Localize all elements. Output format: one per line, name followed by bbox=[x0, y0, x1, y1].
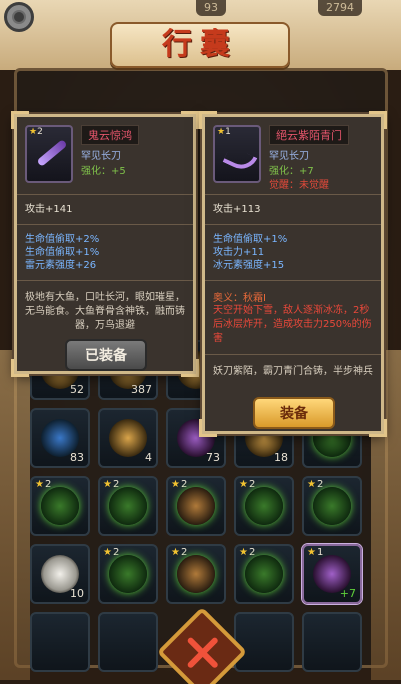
item-stars: ★2 bbox=[171, 479, 188, 490]
inventory-slot[interactable]: 4 bbox=[98, 408, 158, 468]
item-stars: ★2 bbox=[239, 479, 256, 490]
item-count: 73 bbox=[206, 451, 220, 464]
item-stars: ★2 bbox=[307, 479, 324, 490]
left-decoration bbox=[0, 350, 30, 680]
item-count: 83 bbox=[70, 451, 84, 464]
inventory-slot[interactable]: ★2 bbox=[98, 544, 158, 604]
skill-name: 奥义：秋霜I bbox=[213, 293, 266, 304]
frame-corner bbox=[181, 359, 199, 377]
attribute-line: 生命值偷取+2% bbox=[25, 234, 100, 245]
item-stars: ★1 bbox=[307, 547, 324, 558]
attributes-block: 生命值偷取+2% 生命值偷取+1% 雷元素强度+26 bbox=[17, 225, 193, 281]
item-name: 鬼云惊鸿 bbox=[81, 125, 139, 145]
attack-block: 攻击+141 bbox=[17, 195, 193, 225]
item-type: 罕见长刀 bbox=[269, 151, 309, 162]
inventory-slot[interactable]: ★2 bbox=[166, 476, 226, 536]
frame-corner bbox=[369, 419, 387, 437]
item-stars: ★2 bbox=[171, 547, 188, 558]
inventory-slot[interactable]: 83 bbox=[30, 408, 90, 468]
inventory-slot-selected[interactable]: ★1 +7 bbox=[302, 544, 362, 604]
attack-block: 攻击+113 bbox=[205, 195, 381, 225]
item-enhance: 强化：+5 bbox=[81, 166, 126, 177]
item-count: 10 bbox=[70, 587, 84, 600]
attribute-line: 生命值偷取+1% bbox=[25, 247, 100, 258]
item-count: 52 bbox=[70, 383, 84, 396]
attribute-line: 生命值偷取+1% bbox=[213, 234, 288, 245]
item-stars: ★2 bbox=[35, 479, 52, 490]
item-stars: ★2 bbox=[239, 547, 256, 558]
inventory-slot[interactable]: ★2 bbox=[98, 476, 158, 536]
item-stars: ★2 bbox=[103, 479, 120, 490]
inventory-slot-empty[interactable] bbox=[98, 612, 158, 672]
equip-button[interactable]: 装备 bbox=[253, 397, 335, 429]
compare-item-panel: ★1 絕云紫陌青门 罕见长刀 强化：+7 觉醒：未觉醒 攻击+113 生命值偷取… bbox=[199, 111, 387, 437]
attribute-line: 冰元素强度+15 bbox=[213, 260, 285, 271]
skill-description: 天空开始下雪，敌人逐渐冰冻，2秒后冰层炸开，造成攻击力250%的伤害 bbox=[213, 305, 372, 344]
item-name: 絕云紫陌青门 bbox=[269, 125, 349, 145]
equipped-button[interactable]: 已装备 bbox=[65, 339, 147, 371]
belt-icon bbox=[177, 487, 215, 525]
sword-icon bbox=[36, 139, 68, 167]
inventory-screen: 93 2794 行囊 52 387 83 4 73 18 ★2 ★2 ★2 ★2… bbox=[0, 0, 401, 684]
gear-icon[interactable] bbox=[4, 2, 34, 32]
cloak-icon bbox=[245, 555, 283, 593]
inventory-slot[interactable]: ★2 bbox=[166, 544, 226, 604]
attack-stat: 攻击+141 bbox=[25, 204, 73, 215]
mask-icon bbox=[313, 487, 351, 525]
inventory-slot[interactable]: ★2 bbox=[30, 476, 90, 536]
top-resource-left: 93 bbox=[196, 0, 226, 16]
inventory-slot[interactable]: 10 bbox=[30, 544, 90, 604]
necklace-icon bbox=[41, 487, 79, 525]
item-header: ★1 絕云紫陌青门 罕见长刀 强化：+7 觉醒：未觉醒 bbox=[205, 117, 381, 195]
item-count: 18 bbox=[274, 451, 288, 464]
title-banner: 行囊 bbox=[110, 22, 290, 68]
skill-block: 奥义：秋霜I 天空开始下雪，敌人逐渐冰冻，2秒后冰层炸开，造成攻击力250%的伤… bbox=[205, 281, 381, 355]
item-awaken: 觉醒：未觉醒 bbox=[269, 180, 329, 191]
item-stars: ★2 bbox=[29, 127, 43, 137]
attributes-block: 生命值偷取+1% 攻击力+11 冰元素强度+15 bbox=[205, 225, 381, 281]
inventory-slot-empty[interactable] bbox=[234, 612, 294, 672]
attribute-line: 攻击力+11 bbox=[213, 247, 265, 258]
top-resource-right: 2794 bbox=[318, 0, 362, 16]
frame-corner bbox=[199, 419, 217, 437]
blade-icon bbox=[222, 145, 258, 175]
item-description: 妖刀紫陌，霸刀青门合铸，半步神兵 bbox=[213, 366, 373, 377]
item-stars: ★1 bbox=[217, 127, 231, 137]
inventory-slot[interactable]: ★2 bbox=[234, 476, 294, 536]
sword-icon bbox=[109, 487, 147, 525]
inventory-slot[interactable]: ★2 bbox=[234, 544, 294, 604]
attribute-line: 雷元素强度+26 bbox=[25, 260, 97, 271]
necklace-icon bbox=[109, 555, 147, 593]
inventory-slot-empty[interactable] bbox=[302, 612, 362, 672]
item-enhance: +7 bbox=[339, 587, 356, 600]
belt-icon bbox=[177, 555, 215, 593]
item-enhance: 强化：+7 bbox=[269, 166, 314, 177]
item-count: 387 bbox=[131, 383, 152, 396]
item-header: ★2 鬼云惊鸿 罕见长刀 强化：+5 bbox=[17, 117, 193, 195]
frame-corner bbox=[11, 359, 29, 377]
item-icon: ★2 bbox=[25, 125, 73, 183]
cloak-icon bbox=[245, 487, 283, 525]
scroll-icon bbox=[109, 419, 147, 457]
item-type: 罕见长刀 bbox=[81, 151, 121, 162]
inventory-slot-empty[interactable] bbox=[30, 612, 90, 672]
page-title: 行囊 bbox=[162, 27, 238, 62]
inventory-slot[interactable]: ★2 bbox=[302, 476, 362, 536]
item-icon: ★1 bbox=[213, 125, 261, 183]
item-description: 极地有大鱼，口吐长河，眼如璀星，无鸟能食。大鱼脊骨含神铁，融而铸器，万鸟退避 bbox=[25, 292, 185, 331]
equipped-item-panel: ★2 鬼云惊鸿 罕见长刀 强化：+5 攻击+141 生命值偷取+2% 生命值偷取… bbox=[11, 111, 199, 377]
item-stars: ★2 bbox=[103, 547, 120, 558]
item-count: 4 bbox=[145, 451, 152, 464]
attack-stat: 攻击+113 bbox=[213, 204, 261, 215]
